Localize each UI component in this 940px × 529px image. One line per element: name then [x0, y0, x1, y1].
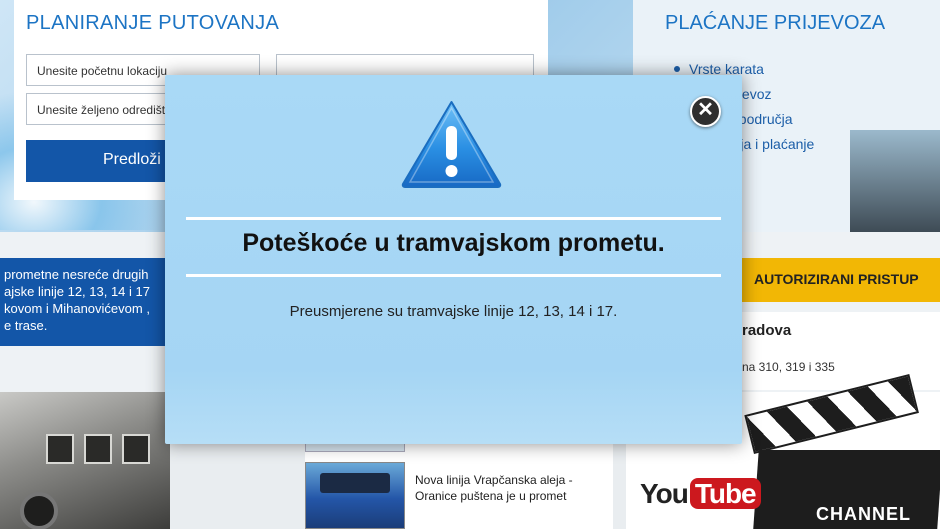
close-icon[interactable]: ✕: [690, 96, 721, 127]
divider: [186, 274, 721, 277]
historic-bus-photo: [0, 392, 170, 529]
works-heading: radova: [742, 322, 792, 339]
warning-triangle-icon: [401, 101, 502, 188]
bus-window: [320, 473, 390, 493]
news-link[interactable]: Nova linija Vrapčanska aleja - Oranice p…: [415, 472, 605, 504]
bullet-icon: [674, 66, 680, 72]
news-announcement[interactable]: prometne nesreće drugih ajske linije 12,…: [0, 258, 175, 346]
payment-title: PLAĆANJE PRIJEVOZA: [665, 12, 886, 34]
divider: [186, 217, 721, 220]
photo-window: [46, 434, 74, 464]
bus-thumbnail[interactable]: [305, 462, 405, 529]
modal-message: Preusmjerene su tramvajske linije 12, 13…: [289, 303, 618, 320]
alert-modal: ✕ Poteškoće u tramvajskom prometu. Preus…: [165, 75, 742, 444]
photo-window: [84, 434, 112, 464]
ticket-machine-photo: [850, 130, 940, 232]
channel-label: CHANNEL: [816, 504, 911, 524]
youtube-logo: You Tube: [640, 478, 761, 510]
authorized-access-button[interactable]: AUTORIZIRANI PRISTUP: [742, 258, 940, 302]
works-text: na 310, 319 i 335: [742, 360, 835, 374]
planner-title: PLANIRANJE PUTOVANJA: [26, 12, 280, 34]
photo-wheel: [20, 492, 58, 529]
modal-title: Poteškoće u tramvajskom prometu.: [242, 229, 665, 257]
photo-window: [122, 434, 150, 464]
